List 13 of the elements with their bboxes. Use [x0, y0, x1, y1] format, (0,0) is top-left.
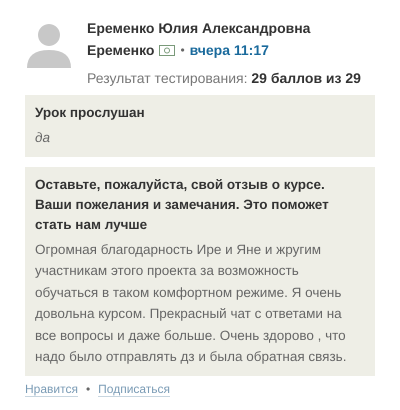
author-short-name: Еременко [87, 42, 154, 58]
answer-text: Огромная благодарность Ире и Яне и жругим участникам этого проекта за возможность обучаться в таком комфортном режиме. Я очень довольна курсом. Прекрасный чат с ответами на все вопросы и даже больше. Очень здорово , что надо было отправлять дз и была обратная связь. [35, 240, 348, 366]
author-name: Еременко Юлия Александровна [87, 20, 312, 36]
money-icon [159, 44, 176, 56]
answer-text: да [35, 129, 51, 147]
like-link[interactable]: Нравится [25, 382, 78, 396]
separator-dot: • [86, 382, 90, 396]
question-text: Урок прослушан [35, 104, 146, 122]
post-time[interactable]: вчера 11:17 [190, 42, 269, 58]
question-text: Оставьте, пожалуйста, свой отзыв о курсе. Ваши пожелания и замечания. Это поможет стать нам лучше [35, 176, 330, 234]
subscribe-link[interactable]: Подписаться [98, 382, 170, 396]
test-result: Результат тестирования: 29 баллов из 29 [87, 70, 361, 86]
separator-dot: • [180, 43, 185, 57]
